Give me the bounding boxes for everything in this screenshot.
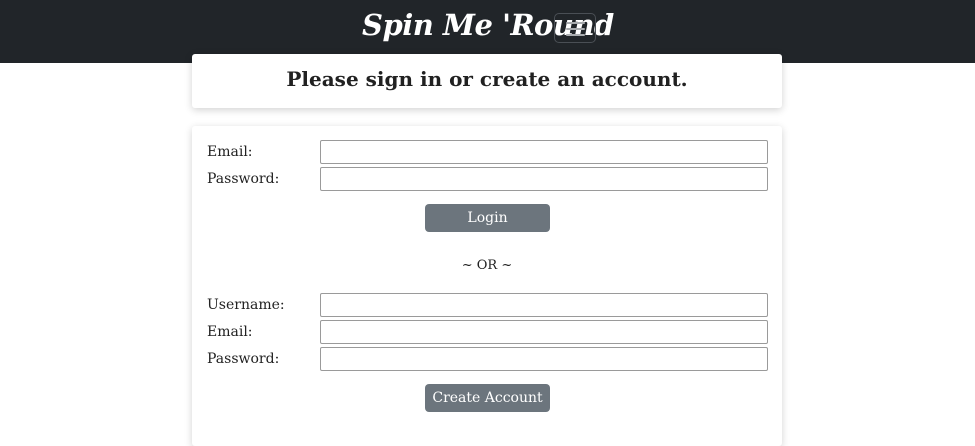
login-password-input[interactable]	[320, 167, 768, 191]
create-account-button[interactable]: Create Account	[425, 384, 550, 412]
login-password-label: Password:	[207, 171, 280, 187]
title-card: Please sign in or create an account.	[192, 54, 782, 108]
signup-email-label: Email:	[207, 324, 253, 340]
auth-form-card: Email: Password: Login ~ OR ~ Username: …	[192, 126, 782, 446]
login-button[interactable]: Login	[425, 204, 550, 232]
login-email-label: Email:	[207, 144, 253, 160]
login-email-input[interactable]	[320, 140, 768, 164]
page-title: Please sign in or create an account.	[286, 67, 688, 91]
signup-password-label: Password:	[207, 351, 280, 367]
signup-username-label: Username:	[207, 297, 285, 313]
signup-username-input[interactable]	[320, 293, 768, 317]
menu-toggle-button[interactable]	[554, 13, 596, 43]
signup-email-input[interactable]	[320, 320, 768, 344]
or-divider: ~ OR ~	[461, 258, 513, 273]
signup-password-input[interactable]	[320, 347, 768, 371]
